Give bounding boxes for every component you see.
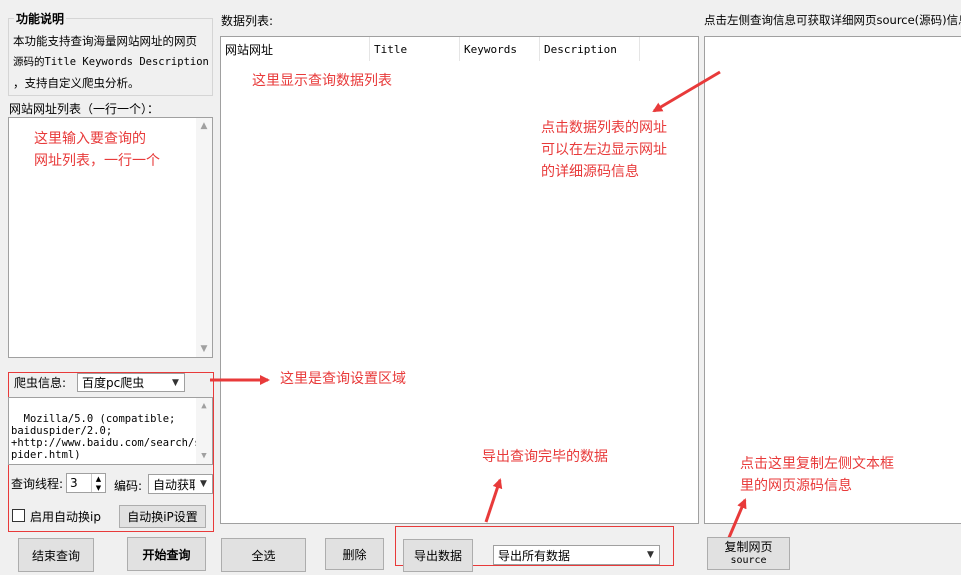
chevron-down-icon[interactable]: ▼ xyxy=(642,546,659,564)
copy-source-sublabel: source xyxy=(730,554,767,566)
arrow-to-export-icon xyxy=(484,478,503,523)
export-mode-value: 导出所有数据 xyxy=(498,548,571,563)
export-mode-select[interactable]: 导出所有数据 ▼ xyxy=(493,545,660,565)
copy-source-button[interactable]: 复制网页 source xyxy=(707,537,790,570)
stop-query-button[interactable]: 结束查询 xyxy=(18,538,94,572)
arrow-to-copy-icon xyxy=(726,498,747,541)
start-query-button[interactable]: 开始查询 xyxy=(127,537,206,571)
select-all-button[interactable]: 全选 xyxy=(221,538,306,572)
export-data-button[interactable]: 导出数据 xyxy=(403,539,473,572)
annotation-arrows xyxy=(210,70,747,541)
copy-source-label: 复制网页 xyxy=(724,539,773,554)
arrow-to-source-icon xyxy=(652,70,721,113)
delete-button[interactable]: 删除 xyxy=(325,538,384,570)
